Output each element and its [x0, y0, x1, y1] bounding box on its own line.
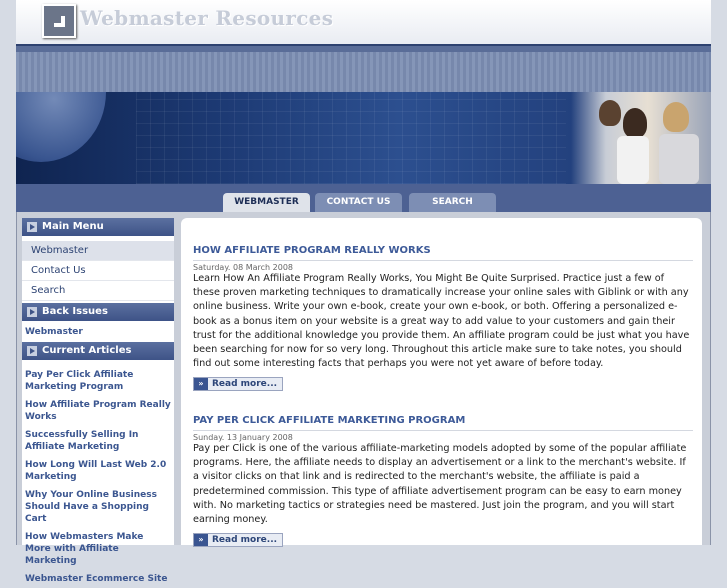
- back-issues-header: Back Issues: [22, 303, 174, 321]
- read-more-button[interactable]: » Read more...: [193, 377, 284, 392]
- article-link[interactable]: Pay Per Click Affiliate Marketing Progra…: [22, 366, 174, 396]
- divider: [193, 430, 693, 431]
- article-body: Learn How An Affiliate Program Really Wo…: [193, 273, 690, 370]
- tab-search[interactable]: SEARCH: [409, 193, 496, 212]
- site-title: Webmaster Resources: [80, 6, 334, 30]
- article-link[interactable]: How Long Will Last Web 2.0 Marketing: [22, 456, 174, 486]
- globe-graphic: [16, 92, 106, 162]
- tab-webmaster[interactable]: WEBMASTER: [223, 193, 310, 212]
- header-band: [16, 52, 711, 92]
- banner-grid: [136, 92, 566, 184]
- arrow-bullet-icon: [27, 346, 37, 356]
- double-arrow-icon: »: [194, 534, 208, 547]
- back-issue-webmaster[interactable]: Webmaster: [22, 321, 174, 342]
- main-menu-header: Main Menu: [22, 218, 174, 236]
- article-link[interactable]: Why Your Online Business Should Have a S…: [22, 486, 174, 528]
- menu-item-contact-us[interactable]: Contact Us: [22, 261, 174, 281]
- article-link[interactable]: Successfully Selling In Affiliate Market…: [22, 426, 174, 456]
- current-articles-header: Current Articles: [22, 342, 174, 360]
- article-date: Sunday. 13 January 2008: [193, 433, 293, 442]
- main-menu-title: Main Menu: [42, 221, 104, 232]
- tab-contact-us[interactable]: CONTACT US: [315, 193, 402, 212]
- arrow-bullet-icon: [27, 307, 37, 317]
- people-photo: [571, 92, 711, 184]
- article-date: Saturday. 08 March 2008: [193, 263, 294, 272]
- arrow-bullet-icon: [27, 222, 37, 232]
- read-more-label: Read more...: [212, 535, 278, 546]
- menu-item-webmaster[interactable]: Webmaster: [22, 241, 174, 261]
- menu-item-search[interactable]: Search: [22, 281, 174, 301]
- article-2: PAY PER CLICK AFFILIATE MARKETING PROGRA…: [193, 415, 693, 548]
- read-more-label: Read more...: [212, 379, 278, 390]
- article-title[interactable]: PAY PER CLICK AFFILIATE MARKETING PROGRA…: [193, 415, 693, 426]
- site-header: Webmaster Resources: [16, 0, 711, 46]
- article-link[interactable]: Webmaster Ecommerce Site: [22, 570, 174, 588]
- back-issues-title: Back Issues: [42, 306, 108, 317]
- divider: [193, 260, 693, 261]
- main-content: HOW AFFILIATE PROGRAM REALLY WORKS Satur…: [181, 218, 702, 548]
- sidebar: Main Menu Webmaster Contact Us Search Ba…: [22, 218, 174, 584]
- article-title[interactable]: HOW AFFILIATE PROGRAM REALLY WORKS: [193, 245, 693, 256]
- article-link[interactable]: How Webmasters Make More with Affiliate …: [22, 528, 174, 570]
- banner-image: [16, 92, 711, 184]
- article-1: HOW AFFILIATE PROGRAM REALLY WORKS Satur…: [193, 245, 693, 392]
- read-more-button[interactable]: » Read more...: [193, 533, 284, 548]
- logo-arrow-icon: [42, 4, 76, 38]
- double-arrow-icon: »: [194, 378, 208, 391]
- current-articles-title: Current Articles: [42, 345, 132, 356]
- article-body: Pay per Click is one of the various affi…: [193, 443, 687, 526]
- article-link[interactable]: How Affiliate Program Really Works: [22, 396, 174, 426]
